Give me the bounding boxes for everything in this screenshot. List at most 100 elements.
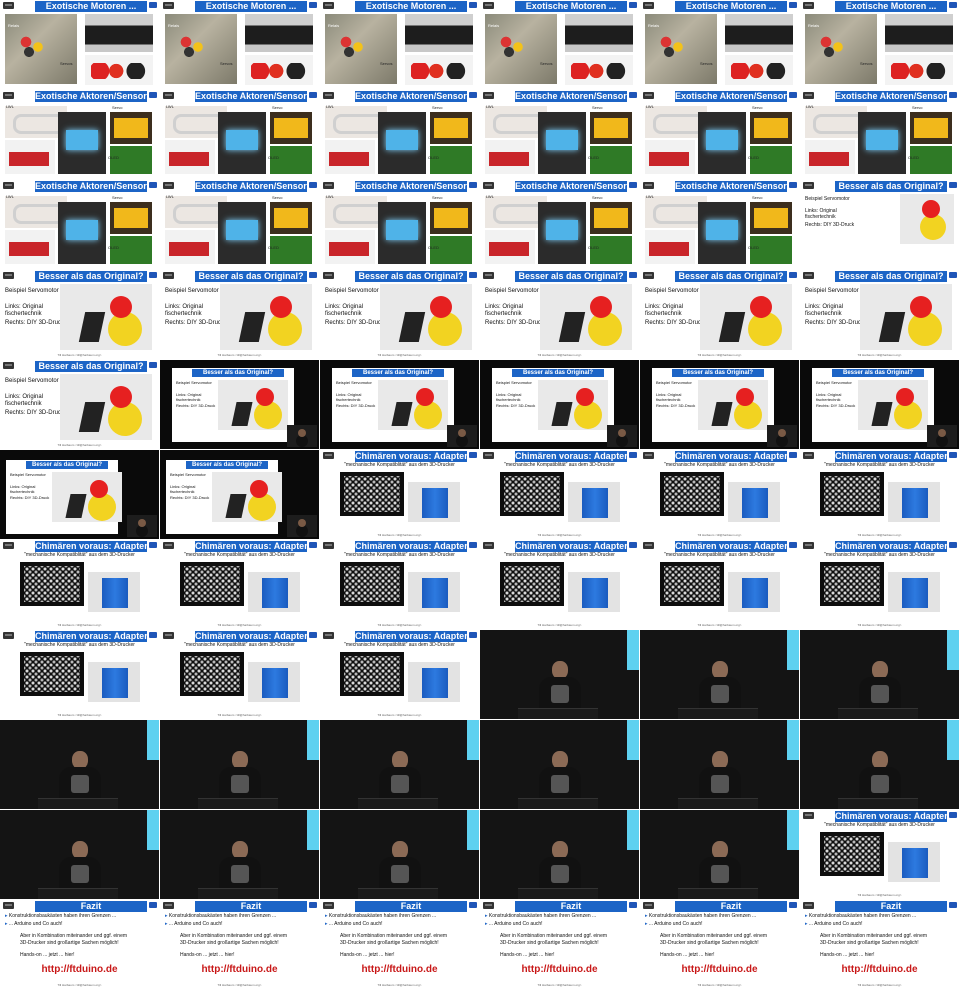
slide-motors[interactable]: Exotische Motoren ... Relais Servos <box>160 0 319 89</box>
thumbnail-cell[interactable] <box>480 810 639 899</box>
stage-frame[interactable]: Besser als das Original? Beispiel Servom… <box>480 360 639 449</box>
slide-original[interactable]: Besser als das Original? Beispiel Servom… <box>480 270 639 359</box>
slide-actors[interactable]: Exotische Aktoren/Sensoren LWL Servo OLE… <box>0 180 159 269</box>
slide-fazit[interactable]: Fazit Konstruktionsbaukästen haben ihren… <box>320 900 479 989</box>
thumbnail-cell[interactable]: Fazit Konstruktionsbaukästen haben ihren… <box>0 900 159 989</box>
thumbnail-cell[interactable] <box>640 720 799 809</box>
stage-frame[interactable]: Besser als das Original? Beispiel Servom… <box>320 360 479 449</box>
slide-fazit[interactable]: Fazit Konstruktionsbaukästen haben ihren… <box>480 900 639 989</box>
slide-adapter[interactable]: Chimären voraus: Adapter "mechanische Ko… <box>480 540 639 629</box>
stage-frame[interactable]: Besser als das Original? Beispiel Servom… <box>160 450 319 539</box>
slide-actors[interactable]: Exotische Aktoren/Sensoren LWL Servo OLE… <box>640 180 799 269</box>
speaker-frame[interactable] <box>800 720 959 809</box>
thumbnail-cell[interactable]: Chimären voraus: Adapter "mechanische Ko… <box>800 450 959 539</box>
slide-actors[interactable]: Exotische Aktoren/Sensoren LWL Servo OLE… <box>320 180 479 269</box>
slide-original[interactable]: Besser als das Original? Beispiel Servom… <box>320 270 479 359</box>
slide-actors[interactable]: Exotische Aktoren/Sensoren LWL Servo OLE… <box>480 90 639 179</box>
slide-motors[interactable]: Exotische Motoren ... Relais Servos <box>320 0 479 89</box>
thumbnail-cell[interactable]: Exotische Motoren ... Relais Servos <box>640 0 799 89</box>
ftduino-link[interactable]: http://ftduino.de <box>640 964 799 975</box>
thumbnail-cell[interactable]: Besser als das Original? Beispiel Servom… <box>0 270 159 359</box>
slide-adapter[interactable]: Chimären voraus: Adapter "mechanische Ko… <box>320 630 479 719</box>
thumbnail-cell[interactable]: Besser als das Original? Beispiel Servom… <box>320 360 479 449</box>
thumbnail-cell[interactable] <box>160 810 319 899</box>
slide-adapter[interactable]: Chimären voraus: Adapter "mechanische Ko… <box>800 450 959 539</box>
thumbnail-cell[interactable]: Exotische Aktoren/Sensoren LWL Servo OLE… <box>800 90 959 179</box>
thumbnail-cell[interactable] <box>320 810 479 899</box>
thumbnail-cell[interactable]: Exotische Aktoren/Sensoren LWL Servo OLE… <box>480 90 639 179</box>
slide-adapter[interactable]: Chimären voraus: Adapter "mechanische Ko… <box>800 540 959 629</box>
slide-adapter[interactable]: Chimären voraus: Adapter "mechanische Ko… <box>640 540 799 629</box>
thumbnail-cell[interactable]: Chimären voraus: Adapter "mechanische Ko… <box>320 450 479 539</box>
slide-original[interactable]: Besser als das Original? Beispiel Servom… <box>0 270 159 359</box>
thumbnail-cell[interactable]: Chimären voraus: Adapter "mechanische Ko… <box>480 450 639 539</box>
thumbnail-cell[interactable]: Besser als das Original? Beispiel Servom… <box>160 360 319 449</box>
speaker-frame[interactable] <box>640 810 799 899</box>
speaker-frame[interactable] <box>0 720 159 809</box>
thumbnail-cell[interactable]: Fazit Konstruktionsbaukästen haben ihren… <box>320 900 479 989</box>
thumbnail-cell[interactable]: Chimären voraus: Adapter "mechanische Ko… <box>160 630 319 719</box>
thumbnail-cell[interactable]: Fazit Konstruktionsbaukästen haben ihren… <box>800 900 959 989</box>
thumbnail-cell[interactable]: Besser als das Original? Beispiel Servom… <box>160 450 319 539</box>
thumbnail-cell[interactable]: Besser als das Original? Beispiel Servom… <box>640 270 799 359</box>
thumbnail-cell[interactable] <box>480 630 639 719</box>
slide-adapter[interactable]: Chimären voraus: Adapter "mechanische Ko… <box>160 630 319 719</box>
thumbnail-cell[interactable] <box>800 720 959 809</box>
thumbnail-cell[interactable]: Exotische Aktoren/Sensoren LWL Servo OLE… <box>160 180 319 269</box>
slide-fazit[interactable]: Fazit Konstruktionsbaukästen haben ihren… <box>0 900 159 989</box>
stage-frame[interactable]: Besser als das Original? Beispiel Servom… <box>160 360 319 449</box>
thumbnail-cell[interactable]: Besser als das Original? Beispiel Servom… <box>0 450 159 539</box>
thumbnail-cell[interactable] <box>640 810 799 899</box>
thumbnail-cell[interactable]: Fazit Konstruktionsbaukästen haben ihren… <box>480 900 639 989</box>
speaker-frame[interactable] <box>640 720 799 809</box>
thumbnail-cell[interactable]: Fazit Konstruktionsbaukästen haben ihren… <box>160 900 319 989</box>
slide-fazit[interactable]: Fazit Konstruktionsbaukästen haben ihren… <box>800 900 959 989</box>
ftduino-link[interactable]: http://ftduino.de <box>480 964 639 975</box>
thumbnail-cell[interactable]: Chimären voraus: Adapter "mechanische Ko… <box>800 810 959 899</box>
thumbnail-cell[interactable]: Besser als das Original? Beispiel Servom… <box>0 360 159 449</box>
thumbnail-cell[interactable]: Exotische Aktoren/Sensoren LWL Servo OLE… <box>640 180 799 269</box>
thumbnail-cell[interactable]: Exotische Motoren ... Relais Servos <box>0 0 159 89</box>
thumbnail-cell[interactable]: Exotische Aktoren/Sensoren LWL Servo OLE… <box>480 180 639 269</box>
thumbnail-cell[interactable]: Besser als das Original? Beispiel Servom… <box>800 270 959 359</box>
stage-frame[interactable]: Besser als das Original? Beispiel Servom… <box>0 450 159 539</box>
thumbnail-cell[interactable]: Chimären voraus: Adapter "mechanische Ko… <box>640 540 799 629</box>
thumbnail-cell[interactable] <box>640 630 799 719</box>
slide-motors[interactable]: Exotische Motoren ... Relais Servos <box>800 0 959 89</box>
speaker-frame[interactable] <box>480 630 639 719</box>
thumbnail-cell[interactable]: Besser als das Original? Beispiel Servom… <box>480 360 639 449</box>
thumbnail-cell[interactable]: Chimären voraus: Adapter "mechanische Ko… <box>0 630 159 719</box>
slide-actors[interactable]: Exotische Aktoren/Sensoren LWL Servo OLE… <box>0 90 159 179</box>
thumbnail-cell[interactable]: Chimären voraus: Adapter "mechanische Ko… <box>800 540 959 629</box>
slide-motors[interactable]: Exotische Motoren ... Relais Servos <box>0 0 159 89</box>
slide-actors[interactable]: Exotische Aktoren/Sensoren LWL Servo OLE… <box>480 180 639 269</box>
slide-adapter[interactable]: Chimären voraus: Adapter "mechanische Ko… <box>0 540 159 629</box>
thumbnail-cell[interactable]: Chimären voraus: Adapter "mechanische Ko… <box>320 540 479 629</box>
speaker-frame[interactable] <box>800 630 959 719</box>
slide-fazit[interactable]: Fazit Konstruktionsbaukästen haben ihren… <box>640 900 799 989</box>
thumbnail-cell[interactable]: Chimären voraus: Adapter "mechanische Ko… <box>0 540 159 629</box>
thumbnail-cell[interactable] <box>0 810 159 899</box>
slide-adapter[interactable]: Chimären voraus: Adapter "mechanische Ko… <box>0 630 159 719</box>
thumbnail-cell[interactable]: Besser als das Original? Beispiel Servom… <box>640 360 799 449</box>
slide-original[interactable]: Besser als das Original? Beispiel Servom… <box>800 270 959 359</box>
thumbnail-cell[interactable]: Chimären voraus: Adapter "mechanische Ko… <box>480 540 639 629</box>
slide-fazit[interactable]: Fazit Konstruktionsbaukästen haben ihren… <box>160 900 319 989</box>
slide-adapter[interactable]: Chimären voraus: Adapter "mechanische Ko… <box>640 450 799 539</box>
slide-adapter[interactable]: Chimären voraus: Adapter "mechanische Ko… <box>320 450 479 539</box>
thumbnail-cell[interactable] <box>480 720 639 809</box>
thumbnail-cell[interactable]: Besser als das Original? Beispiel Servom… <box>800 180 959 269</box>
thumbnail-cell[interactable]: Besser als das Original? Beispiel Servom… <box>160 270 319 359</box>
thumbnail-cell[interactable]: Besser als das Original? Beispiel Servom… <box>320 270 479 359</box>
thumbnail-cell[interactable] <box>160 720 319 809</box>
speaker-frame[interactable] <box>0 810 159 899</box>
thumbnail-cell[interactable]: Exotische Aktoren/Sensoren LWL Servo OLE… <box>0 90 159 179</box>
thumbnail-cell[interactable]: Besser als das Original? Beispiel Servom… <box>480 270 639 359</box>
thumbnail-cell[interactable]: Exotische Motoren ... Relais Servos <box>800 0 959 89</box>
thumbnail-cell[interactable]: Besser als das Original? Beispiel Servom… <box>800 360 959 449</box>
slide-original[interactable]: Besser als das Original? Beispiel Servom… <box>0 360 159 449</box>
slide-actors[interactable]: Exotische Aktoren/Sensoren LWL Servo OLE… <box>320 90 479 179</box>
ftduino-link[interactable]: http://ftduino.de <box>320 964 479 975</box>
thumbnail-cell[interactable]: Chimären voraus: Adapter "mechanische Ko… <box>640 450 799 539</box>
thumbnail-cell[interactable]: Chimären voraus: Adapter "mechanische Ko… <box>320 630 479 719</box>
